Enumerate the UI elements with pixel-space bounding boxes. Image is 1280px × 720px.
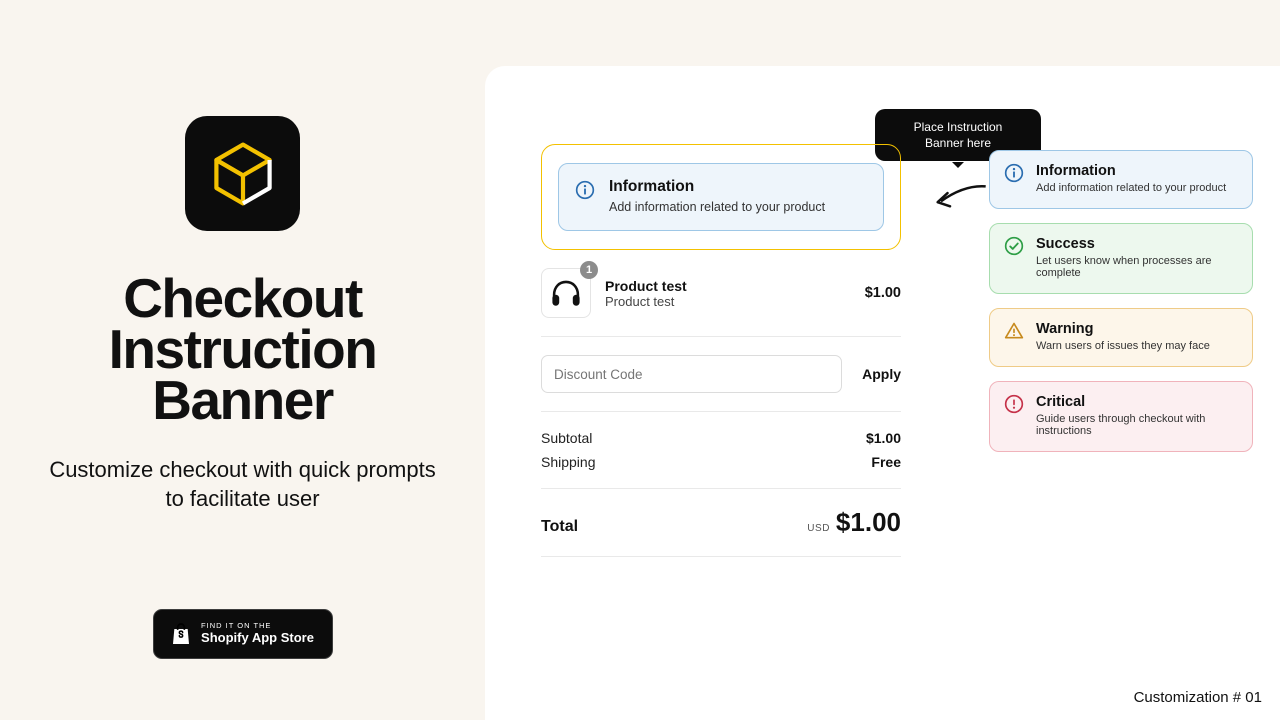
shipping-row: Shipping Free <box>541 454 901 470</box>
check-circle-icon <box>1004 236 1024 256</box>
banner-title: Information <box>609 178 867 196</box>
page-subtitle: Customize checkout with quick prompts to… <box>43 456 443 512</box>
subtotal-row: Subtotal $1.00 <box>541 430 901 446</box>
divider <box>541 488 901 489</box>
product-thumbnail: 1 <box>541 268 591 318</box>
option-critical[interactable]: Critical Guide users through checkout wi… <box>989 381 1253 452</box>
preview-panel: Place Instruction Banner here Informatio… <box>485 66 1280 720</box>
shopify-app-store-badge[interactable]: FIND IT ON THE Shopify App Store <box>153 609 333 659</box>
line-item: 1 Product test Product test $1.00 <box>541 268 901 318</box>
arrow-icon <box>931 181 989 215</box>
product-price: $1.00 <box>865 285 901 301</box>
apply-button[interactable]: Apply <box>862 366 901 382</box>
information-banner: Information Add information related to y… <box>558 163 884 231</box>
badge-line2: Shopify App Store <box>201 631 314 645</box>
option-success[interactable]: Success Let users know when processes ar… <box>989 223 1253 294</box>
product-variant: Product test <box>605 294 687 309</box>
option-information[interactable]: Information Add information related to y… <box>989 150 1253 209</box>
footer-tag: Customization # 01 <box>1134 689 1262 706</box>
shopping-bag-icon <box>171 622 191 646</box>
cube-icon <box>208 139 278 209</box>
headphones-icon <box>549 277 583 309</box>
discount-code-input[interactable] <box>541 355 842 393</box>
divider <box>541 336 901 337</box>
divider <box>541 556 901 557</box>
info-icon <box>575 180 595 200</box>
total-row: Total USD$1.00 <box>541 507 901 538</box>
currency: USD <box>807 523 830 534</box>
page-title: Checkout Instruction Banner <box>0 273 485 426</box>
total-amount: $1.00 <box>836 507 901 537</box>
option-warning[interactable]: Warning Warn users of issues they may fa… <box>989 308 1253 367</box>
divider <box>541 411 901 412</box>
alert-circle-icon <box>1004 394 1024 414</box>
app-logo <box>185 116 300 231</box>
banner-desc: Add information related to your product <box>609 200 867 214</box>
info-icon <box>1004 163 1024 183</box>
product-name: Product test <box>605 278 687 294</box>
quantity-badge: 1 <box>580 261 598 279</box>
warning-triangle-icon <box>1004 321 1024 341</box>
banner-insert-zone[interactable]: Information Add information related to y… <box>541 144 901 250</box>
